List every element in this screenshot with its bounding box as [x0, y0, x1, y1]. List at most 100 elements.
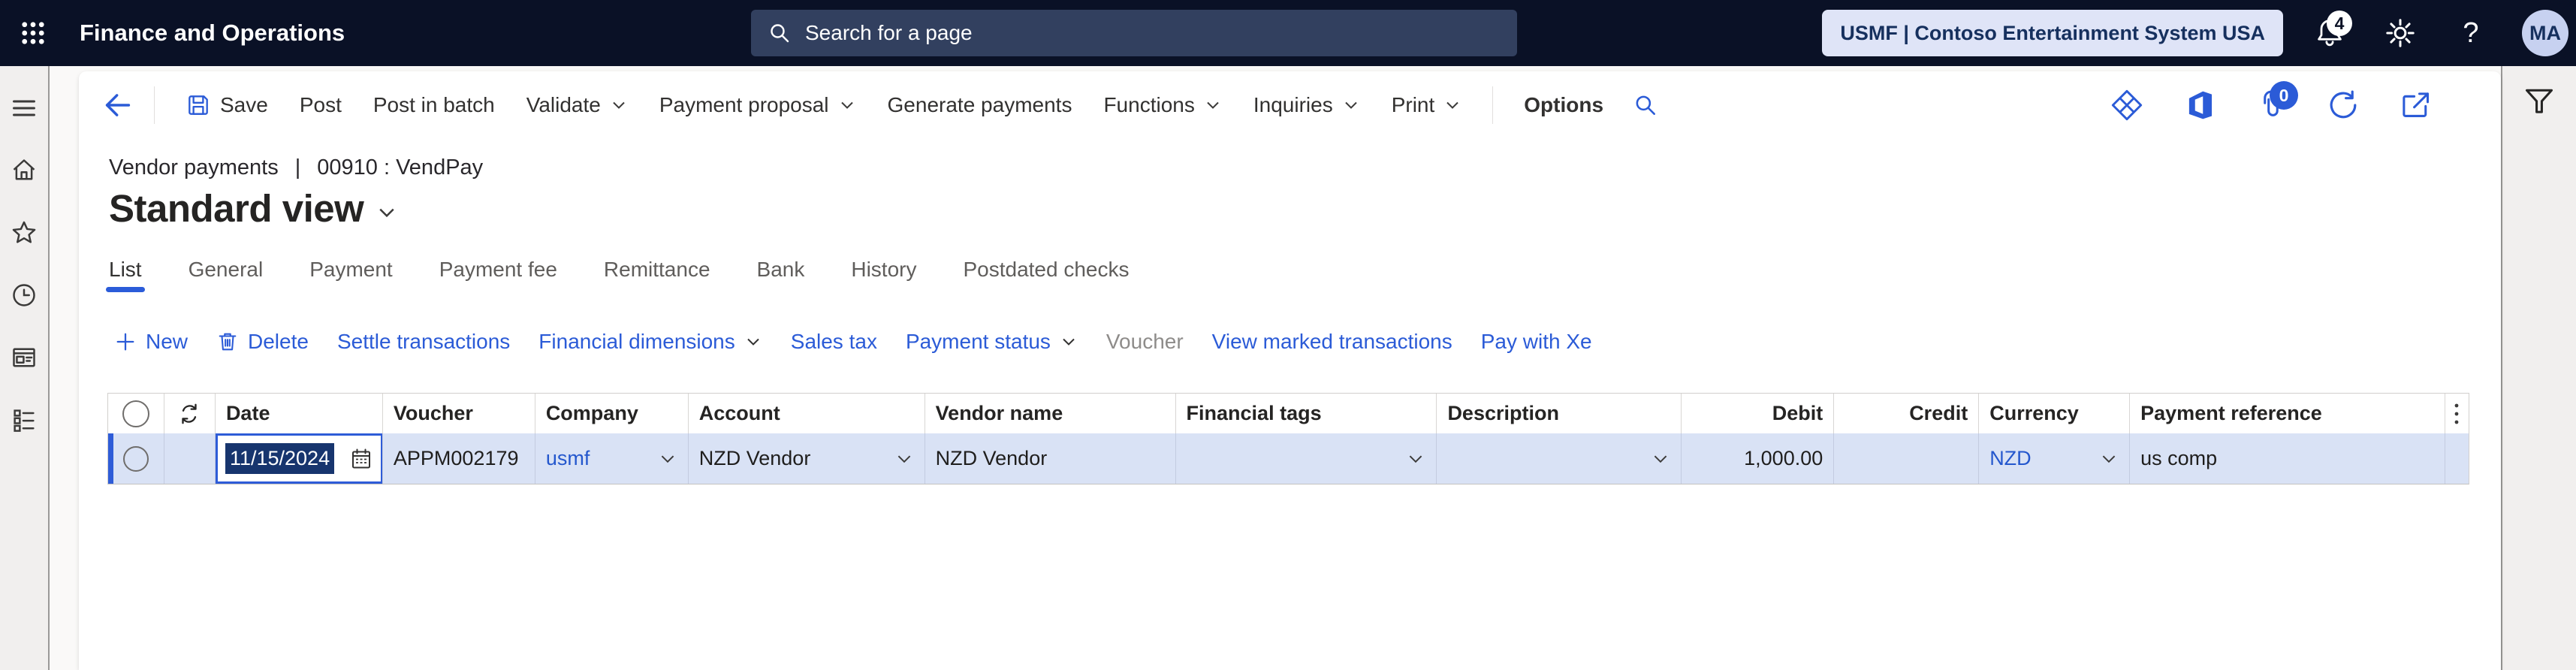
- grid-refresh-button[interactable]: [164, 394, 216, 433]
- sidebar-item-favorites[interactable]: [0, 201, 49, 264]
- open-in-new-window-button[interactable]: [2396, 86, 2435, 125]
- chevron-down-icon[interactable]: [658, 449, 677, 469]
- column-header-payment-reference[interactable]: Payment reference: [2130, 394, 2445, 433]
- sidebar-item-home[interactable]: [0, 139, 49, 201]
- calendar-icon[interactable]: [349, 447, 373, 471]
- environment-picker[interactable]: USMF | Contoso Entertainment System USA: [1822, 10, 2283, 56]
- view-marked-transactions-button[interactable]: View marked transactions: [1198, 324, 1467, 360]
- column-options-button[interactable]: [2445, 394, 2469, 433]
- office-logo-icon: [2183, 89, 2215, 121]
- tab-postdated-checks[interactable]: Postdated checks: [963, 258, 1129, 292]
- column-header-date[interactable]: Date: [216, 394, 383, 433]
- financial-dimensions-menu-button[interactable]: Financial dimensions: [524, 324, 776, 360]
- account-cell[interactable]: NZD Vendor: [689, 433, 925, 484]
- save-icon: [186, 92, 211, 118]
- company-cell[interactable]: usmf: [535, 433, 689, 484]
- new-button[interactable]: New: [100, 324, 202, 360]
- currency-cell[interactable]: NZD: [1979, 433, 2131, 484]
- settle-transactions-button[interactable]: Settle transactions: [323, 324, 524, 360]
- tab-list[interactable]: List: [106, 258, 145, 292]
- column-header-financial-tags[interactable]: Financial tags: [1176, 394, 1437, 433]
- column-header-debit[interactable]: Debit: [1682, 394, 1835, 433]
- credit-cell[interactable]: [1834, 433, 1980, 484]
- payment-row[interactable]: 11/15/2024 APPM002179 usmf NZD Vendor NZ…: [107, 433, 2469, 484]
- filter-panel-button[interactable]: [2515, 77, 2563, 125]
- print-menu-button[interactable]: Print: [1376, 83, 1478, 128]
- tab-history[interactable]: History: [851, 258, 916, 292]
- post-in-batch-label: Post in batch: [373, 93, 495, 116]
- star-icon: [11, 219, 38, 246]
- payment-status-menu-button[interactable]: Payment status: [891, 324, 1092, 360]
- power-platform-button[interactable]: [2107, 86, 2146, 125]
- sidebar-item-modules[interactable]: [0, 388, 49, 451]
- financial-tags-cell[interactable]: [1176, 433, 1437, 484]
- column-header-voucher[interactable]: Voucher: [383, 394, 535, 433]
- row-select-cell[interactable]: [108, 433, 164, 484]
- sidebar-item-workspaces[interactable]: [0, 326, 49, 388]
- breadcrumb-page[interactable]: Vendor payments: [109, 155, 279, 180]
- notifications-button[interactable]: 4: [2306, 9, 2354, 57]
- voucher-cell[interactable]: APPM002179: [383, 433, 535, 484]
- expand-navigation-button[interactable]: [0, 77, 49, 139]
- tab-payment-fee[interactable]: Payment fee: [439, 258, 557, 292]
- functions-menu-button[interactable]: Functions: [1087, 83, 1237, 128]
- tab-bank[interactable]: Bank: [757, 258, 805, 292]
- attachments-count-badge: 0: [2270, 81, 2298, 110]
- vendor-name-cell[interactable]: NZD Vendor: [925, 433, 1176, 484]
- app-launcher-button[interactable]: [0, 0, 66, 66]
- chevron-down-icon[interactable]: [2099, 449, 2119, 469]
- column-header-company[interactable]: Company: [535, 394, 689, 433]
- column-header-credit[interactable]: Credit: [1834, 394, 1980, 433]
- sales-tax-button[interactable]: Sales tax: [777, 324, 891, 360]
- select-all-cell[interactable]: [108, 394, 164, 433]
- sidebar-item-recent[interactable]: [0, 264, 49, 326]
- date-input[interactable]: 11/15/2024: [215, 433, 382, 484]
- tab-label: Payment: [309, 258, 393, 281]
- pay-with-xe-button[interactable]: Pay with Xe: [1467, 324, 1606, 360]
- chevron-down-icon[interactable]: [894, 449, 914, 469]
- back-button[interactable]: [97, 84, 139, 126]
- delete-button[interactable]: Delete: [202, 324, 323, 360]
- gear-icon: [2384, 17, 2417, 50]
- post-in-batch-button[interactable]: Post in batch: [357, 83, 511, 128]
- action-pane-search-button[interactable]: [1619, 92, 1672, 118]
- column-header-currency[interactable]: Currency: [1979, 394, 2131, 433]
- date-cell[interactable]: 11/15/2024: [215, 433, 383, 484]
- description-cell[interactable]: [1437, 433, 1682, 484]
- settings-button[interactable]: [2376, 9, 2424, 57]
- chevron-down-icon[interactable]: [1651, 449, 1670, 469]
- workspace-icon: [11, 344, 38, 371]
- inquiries-menu-button[interactable]: Inquiries: [1238, 83, 1376, 128]
- validate-menu-button[interactable]: Validate: [511, 83, 644, 128]
- clock-icon: [11, 282, 38, 309]
- view-switcher[interactable]: Standard view: [109, 186, 2501, 231]
- save-button[interactable]: Save: [170, 83, 284, 128]
- user-avatar[interactable]: MA: [2522, 10, 2568, 56]
- column-header-description[interactable]: Description: [1437, 394, 1682, 433]
- select-all-checkbox[interactable]: [122, 400, 149, 427]
- payment-reference-cell[interactable]: us comp: [2130, 433, 2445, 484]
- tab-remittance[interactable]: Remittance: [604, 258, 710, 292]
- debit-cell[interactable]: 1,000.00: [1682, 433, 1835, 484]
- global-search-box[interactable]: Search for a page: [751, 10, 1517, 56]
- column-header-vendor-name[interactable]: Vendor name: [925, 394, 1176, 433]
- refresh-button[interactable]: [2324, 86, 2363, 125]
- chevron-down-icon[interactable]: [1406, 449, 1425, 469]
- options-button[interactable]: Options: [1508, 83, 1619, 128]
- column-header-account[interactable]: Account: [689, 394, 925, 433]
- office-apps-button[interactable]: [2179, 86, 2219, 125]
- delete-label: Delete: [248, 330, 309, 353]
- attachments-button[interactable]: 0: [2252, 81, 2298, 125]
- currency-value[interactable]: NZD: [1989, 447, 2032, 470]
- generate-payments-button[interactable]: Generate payments: [872, 83, 1088, 128]
- tab-general[interactable]: General: [189, 258, 264, 292]
- chevron-down-icon: [744, 333, 762, 351]
- company-value[interactable]: usmf: [546, 447, 590, 470]
- post-button[interactable]: Post: [284, 83, 357, 128]
- post-label: Post: [299, 93, 342, 116]
- row-checkbox[interactable]: [122, 445, 149, 472]
- payment-proposal-menu-button[interactable]: Payment proposal: [644, 83, 872, 128]
- help-button[interactable]: ?: [2447, 9, 2495, 57]
- action-pane: Save Post Post in batch Validate Payment…: [79, 71, 2501, 139]
- tab-payment[interactable]: Payment: [309, 258, 393, 292]
